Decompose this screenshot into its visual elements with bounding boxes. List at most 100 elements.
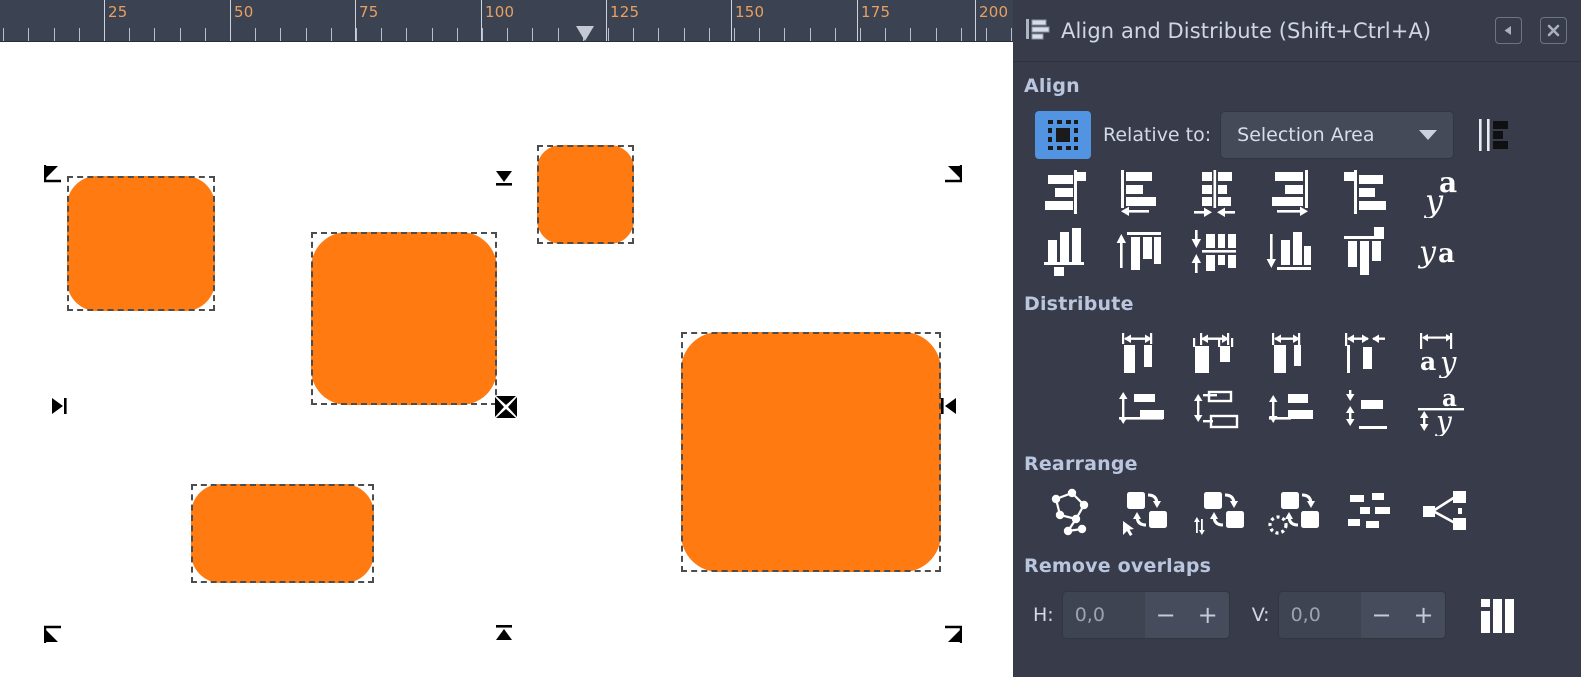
selection-bounding-box (191, 484, 374, 583)
remove-overlaps-apply-button[interactable] (1470, 591, 1526, 639)
scale-handle-top-left[interactable] (44, 164, 66, 186)
scale-handle-mid-right[interactable] (938, 395, 960, 417)
rounded-square-3[interactable] (537, 145, 634, 244)
move-as-group-toggle[interactable] (1035, 111, 1091, 159)
ruler-label: 150 (735, 3, 765, 21)
overlap-v-minus-button[interactable]: − (1361, 592, 1403, 638)
ruler-tick (79, 28, 80, 41)
unclump-objects-button[interactable] (1408, 484, 1483, 542)
ruler-tick (784, 28, 785, 41)
rounded-rect-4[interactable] (191, 484, 374, 583)
ruler-label: 25 (108, 3, 128, 21)
rounded-square-2[interactable] (311, 232, 497, 405)
overlap-v-label: V: (1251, 604, 1270, 626)
distribute-centers-horizontally-button[interactable] (1178, 324, 1253, 382)
overlap-h-input[interactable]: 0,0 (1062, 592, 1145, 638)
distribute-bottom-edges-equidistantly-button[interactable] (1253, 382, 1328, 440)
overlap-h-minus-button[interactable]: − (1145, 592, 1187, 638)
overlap-v-step-buttons: − + (1360, 592, 1445, 638)
ruler-major-tick (355, 0, 356, 41)
treat-selection-as-group-button[interactable] (1474, 113, 1514, 157)
distribute-centers-vertically-button[interactable] (1178, 382, 1253, 440)
drawing-surface[interactable] (0, 42, 1013, 677)
randomize-positions-button[interactable] (1333, 484, 1408, 542)
ruler-major-tick (606, 0, 607, 41)
center-on-vertical-axis-button[interactable] (1177, 164, 1252, 222)
svg-text:a: a (1438, 239, 1455, 269)
ruler-tick (406, 28, 407, 41)
align-right-edges-to-left-anchor-button[interactable] (1027, 164, 1102, 222)
scale-handle-bottom-mid[interactable] (493, 622, 515, 644)
align-right-edges-button[interactable] (1252, 164, 1327, 222)
graph-layout-button[interactable] (1033, 484, 1108, 542)
align-text-baselines-vertically-button[interactable]: y a (1402, 222, 1477, 280)
ruler-label: 50 (234, 3, 254, 21)
collapse-panel-icon[interactable] (1495, 17, 1522, 44)
ruler-tick (180, 28, 181, 41)
selection-bounding-box (681, 332, 941, 572)
relative-to-dropdown[interactable]: Selection Area (1220, 111, 1455, 159)
rearrange-section-heading: Rearrange (1024, 453, 1138, 475)
align-text-anchors-horizontally-button[interactable]: a y (1402, 164, 1477, 222)
align-bottom-edges-button[interactable] (1252, 222, 1327, 280)
ruler-label: 200 (979, 3, 1009, 21)
ruler-tick (255, 28, 256, 41)
align-top-edges-to-bottom-anchor-button[interactable] (1327, 222, 1402, 280)
ruler-major-tick (731, 0, 732, 41)
align-left-edges-button[interactable] (1102, 164, 1177, 222)
ruler-tick (709, 28, 710, 41)
overlap-v-input[interactable]: 0,0 (1278, 592, 1361, 638)
ruler-tick (3, 28, 4, 41)
ruler-tick (910, 28, 911, 41)
distribute-buttons-row-2: a y (1013, 382, 1581, 440)
exchange-positions-selection-order-button[interactable] (1108, 484, 1183, 542)
svg-text:y: y (1423, 182, 1444, 218)
rounded-square-5[interactable] (681, 332, 941, 572)
selection-bounding-box (67, 176, 215, 311)
exchange-positions-clockwise-button[interactable] (1258, 484, 1333, 542)
rounded-square-1[interactable] (67, 176, 215, 311)
panel-titlebar: Align and Distribute (Shift+Ctrl+A) (1013, 0, 1581, 62)
scale-handle-top-mid[interactable] (493, 167, 515, 189)
exchange-positions-stacking-order-button[interactable] (1183, 484, 1258, 542)
ruler-tick (280, 28, 281, 41)
ruler-tick (810, 28, 811, 41)
distribute-horizontal-gaps-equally-button[interactable] (1328, 324, 1403, 382)
overlap-v-spinner[interactable]: 0,0 − + (1277, 591, 1446, 639)
align-bottom-edges-to-top-anchor-button[interactable] (1027, 222, 1102, 280)
scale-handle-top-right[interactable] (940, 164, 962, 186)
canvas-area[interactable]: 25 50 75 100 125 150 175 200 (0, 0, 1013, 677)
selection-bounding-box (311, 232, 497, 405)
treat-selection-as-group-icon (1479, 119, 1509, 151)
ruler-tick (457, 28, 458, 41)
distribute-buttons-row-1: a y (1013, 324, 1581, 382)
scale-handle-mid-left[interactable] (48, 395, 70, 417)
move-as-group-icon (1048, 120, 1078, 150)
overlap-v-plus-button[interactable]: + (1403, 592, 1445, 638)
scale-handle-bottom-right[interactable] (940, 622, 962, 644)
horizontal-ruler[interactable]: 25 50 75 100 125 150 175 200 (0, 0, 1013, 42)
center-on-horizontal-axis-button[interactable] (1177, 222, 1252, 280)
distribute-vertical-gaps-equally-button[interactable] (1328, 382, 1403, 440)
ruler-tick (331, 28, 332, 41)
ruler-tick (129, 28, 130, 41)
overlap-h-spinner[interactable]: 0,0 − + (1061, 591, 1230, 639)
ruler-tick (885, 28, 886, 41)
ruler-label: 100 (485, 3, 515, 21)
ruler-tick (482, 28, 483, 41)
distribute-left-edges-equidistantly-button[interactable] (1103, 324, 1178, 382)
align-top-edges-button[interactable] (1102, 222, 1177, 280)
close-panel-icon[interactable] (1540, 17, 1567, 44)
distribute-top-edges-equidistantly-button[interactable] (1103, 382, 1178, 440)
align-left-edges-to-right-anchor-button[interactable] (1327, 164, 1402, 222)
ruler-major-tick (104, 0, 105, 41)
overlap-h-plus-button[interactable]: + (1187, 592, 1229, 638)
distribute-text-anchors-horizontally-button[interactable]: a y (1403, 324, 1478, 382)
move-cursor (493, 394, 519, 420)
scale-handle-bottom-left[interactable] (44, 622, 66, 644)
ruler-tick (154, 28, 155, 41)
ruler-major-tick (857, 0, 858, 41)
distribute-right-edges-equidistantly-button[interactable] (1253, 324, 1328, 382)
ruler-major-tick (975, 0, 976, 41)
distribute-text-baselines-vertically-button[interactable]: a y (1403, 382, 1478, 440)
